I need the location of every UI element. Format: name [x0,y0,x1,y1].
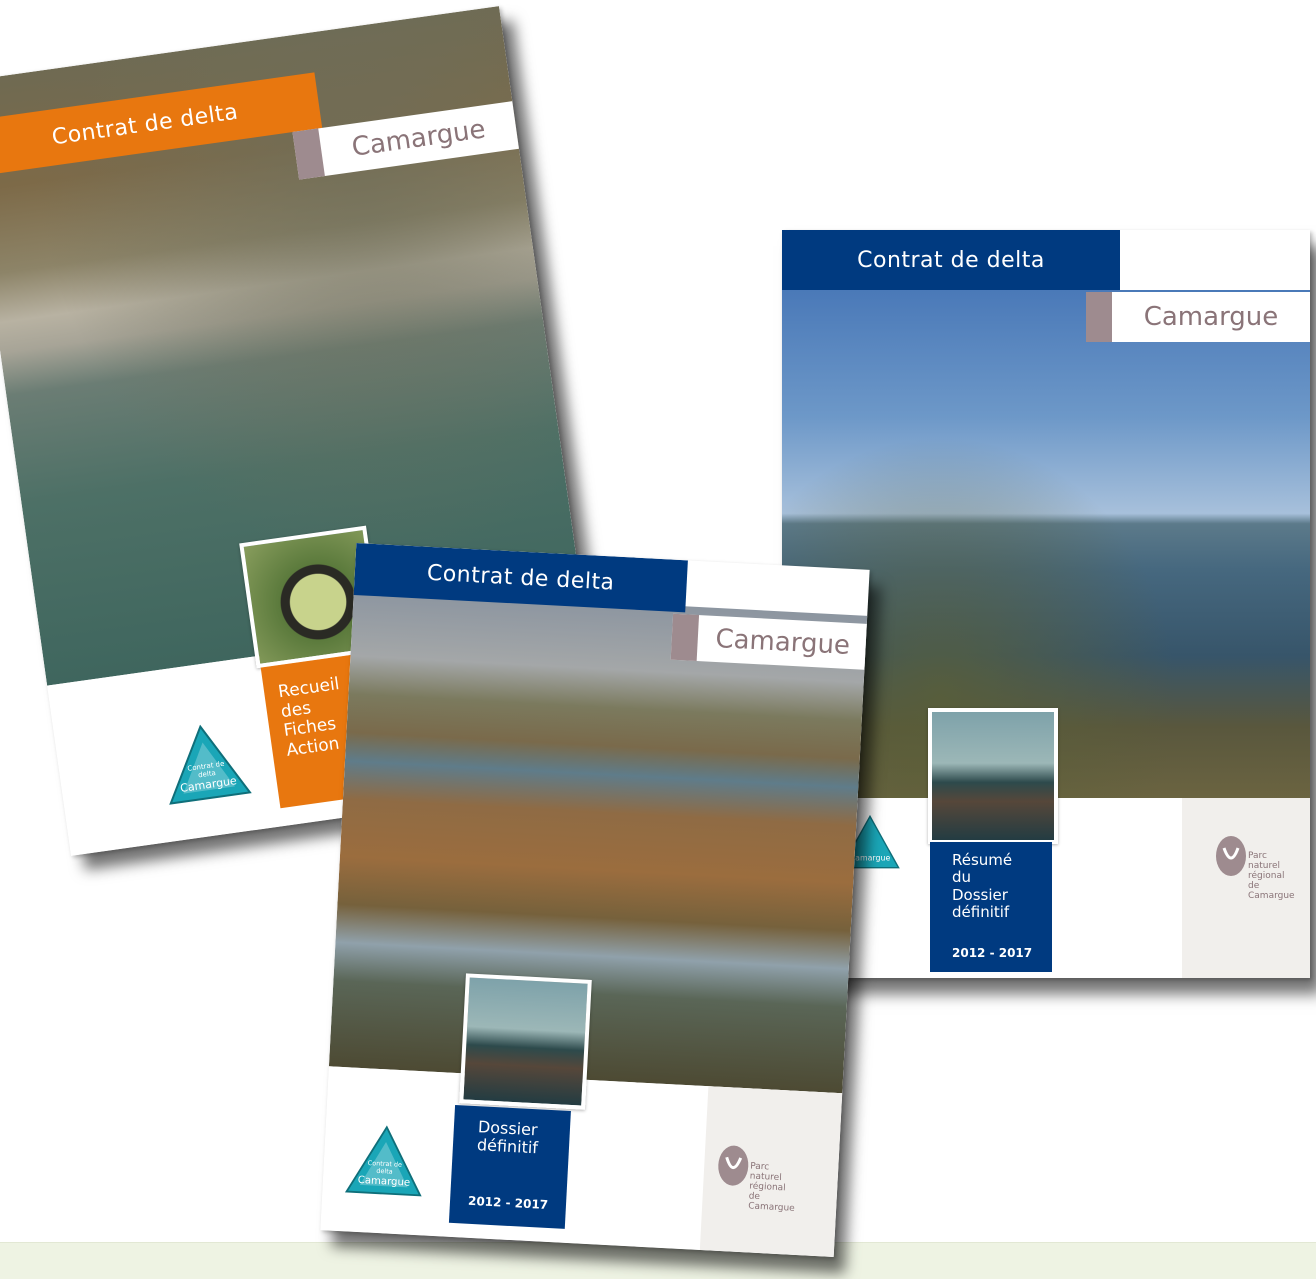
parc-camargue-logo-icon: Parc naturel régional de Camargue [715,1143,795,1213]
label-line: Dossier [952,885,1008,904]
logo-text: Camargue [850,854,891,863]
cover-years: 2012 - 2017 [952,946,1033,960]
label-line: définitif [476,1135,539,1158]
label-line: définitif [952,902,1010,921]
inset-photo-boat [459,973,592,1110]
cover-dossier: Contrat de delta Camargue Dossier défini… [320,543,870,1257]
logo-text: delta [376,1167,393,1176]
inset-photo-boat [928,708,1058,844]
cover-band-title: Contrat de delta [782,230,1120,290]
contrat-delta-logo-icon: Contrat de delta Camargue [158,719,252,806]
parc-camargue-logo-icon: Parc naturel régional de Camargue [1214,834,1295,900]
label-line: Résumé [952,851,1013,869]
contrat-delta-logo-icon: Contrat de delta Camargue [344,1123,426,1197]
parc-line: de Camargue [1248,880,1295,901]
parc-line: de Camargue [747,1191,795,1214]
parc-logo-text: Parc naturel régional de Camargue [747,1161,797,1214]
parc-logo-text: Parc naturel régional de Camargue [1248,851,1295,901]
label-line: du [952,868,972,887]
cover-label: Dossier définitif [448,1104,571,1229]
cover-subtitle: Camargue [1086,292,1310,342]
